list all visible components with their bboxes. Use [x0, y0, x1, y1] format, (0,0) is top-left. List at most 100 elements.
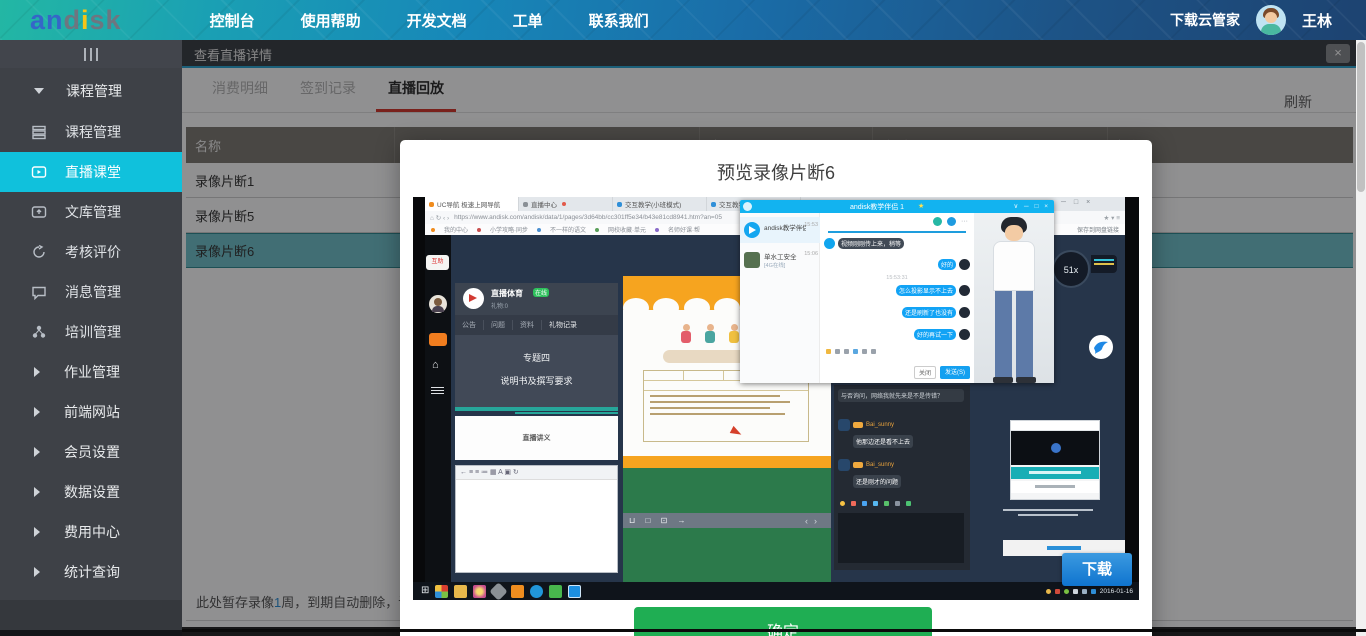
taskbar-tray: 2016-01-16 [1046, 588, 1139, 595]
audience-avatar [838, 459, 850, 471]
bookmark-icon [595, 228, 599, 232]
chat-contact-list: andisk教学伴侣 15:53 单水工安全 [4G在线] 15:06 [740, 213, 820, 383]
audience-message: 还是刚才的问题 [853, 475, 901, 488]
chat-title: andisk教学伴侣 1 [850, 202, 904, 212]
sidebar-item-course-mgmt[interactable]: 课程管理 [0, 112, 182, 152]
audience-message-row: Bai_sunny 还是刚才的问题 [838, 459, 901, 489]
taskbar-date: 2016-01-16 [1100, 588, 1133, 595]
editor-toolbar: ← ≡ ≡ ≔ ▦ A ▣ ↻ [456, 466, 617, 480]
avatar-face [1265, 12, 1277, 23]
room-logo [463, 288, 484, 309]
sidebar-group-data[interactable]: 数据设置 [0, 472, 182, 512]
caret-right-icon [34, 367, 40, 377]
emoji-icon [840, 501, 845, 506]
nav-tickets[interactable]: 工单 [513, 10, 543, 31]
audience-avatar [838, 419, 850, 431]
emoji-icon [826, 349, 831, 354]
sidebar-item-label: 直播课堂 [65, 162, 121, 182]
contact-avatar [744, 252, 760, 268]
teal-divider-2 [515, 412, 618, 414]
live-video-icon [30, 164, 47, 181]
download-button[interactable]: 下载 [1062, 553, 1132, 586]
preview-taskbar: ⊞ 2016-01-16 [413, 582, 1139, 600]
screen-icon [862, 501, 867, 506]
room-header: 直播体育 在线 礼物:0 [455, 283, 618, 315]
preview-modal: 预览录像片断6 UC导航 极速上网导航 直播中心 交互教学(小班模式) 交互教学… [400, 140, 1152, 636]
top-nav: 控制台 使用帮助 开发文档 工单 联系我们 [210, 10, 649, 31]
person-face [1005, 225, 1023, 241]
contact-row-active: andisk教学伴侣 15:53 [740, 217, 820, 243]
contact-time: 15:06 [804, 251, 818, 257]
room-title: 直播体育 [491, 288, 523, 299]
person-jeans-left [995, 291, 1012, 379]
room-live-badge: 在线 [533, 288, 549, 297]
nav-contact[interactable]: 联系我们 [589, 10, 649, 31]
chat-send-button: 发送(S) [940, 366, 970, 379]
chat-timestamp: 15:53:31 [820, 275, 974, 281]
help-badge: 互助 [426, 255, 449, 270]
tray-icon [1091, 589, 1096, 594]
save-extension-label: 保存到网盘链接 [1077, 225, 1119, 234]
chat-message-right: 还是刷新了也没有 [902, 307, 970, 318]
sidebar-bottom-strip [0, 630, 182, 636]
download-manager-link[interactable]: 下载云管家 [1170, 10, 1240, 30]
sidebar-item-live-classroom[interactable]: 直播课堂 [0, 152, 182, 192]
sidebar-item-label: 消息管理 [65, 282, 121, 302]
chat-message-right: 好的 [938, 259, 970, 270]
gift-icon [851, 501, 856, 506]
chat-app-icon [743, 202, 752, 211]
nav-dev-docs[interactable]: 开发文档 [407, 10, 467, 31]
sidebar-item-label: 课程管理 [65, 122, 121, 142]
home-icon: ⌂ [432, 359, 439, 371]
andisk-logo[interactable]: andisk [30, 0, 122, 40]
sidebar-group-homework[interactable]: 作业管理 [0, 352, 182, 392]
save-icon [873, 501, 878, 506]
speed-detail-pill [1091, 255, 1117, 273]
board-tool-icons: ⊔ □ ⊡ → [623, 516, 689, 525]
taskbar-icon-player [549, 585, 562, 598]
sidebar-group-course[interactable]: 课程管理 [0, 70, 182, 112]
chat-bubble-icon [30, 284, 47, 301]
taskbar-icon-orange [511, 585, 524, 598]
msg-avatar [959, 259, 970, 270]
sidebar-footer [0, 600, 182, 630]
chat-message-right: 好的再试一下 [914, 329, 970, 340]
modal-title: 预览录像片断6 [400, 140, 1152, 185]
teacher-badge [853, 422, 863, 428]
sidebar-item-assessment[interactable]: 考核评价 [0, 232, 182, 272]
start-button-icon: ⊞ [421, 586, 429, 596]
sidebar-item-message-mgmt[interactable]: 消息管理 [0, 272, 182, 312]
username[interactable]: 王林 [1302, 10, 1332, 31]
sidebar-item-training-mgmt[interactable]: 培训管理 [0, 312, 182, 352]
sidebar-group-billing[interactable]: 费用中心 [0, 512, 182, 552]
voice-call-icon [933, 217, 942, 226]
chat-blue-divider [828, 231, 966, 233]
taskbar-icon-ie [530, 585, 543, 598]
contact-name: andisk教学伴侣 [764, 222, 806, 232]
browser-tab: 直播中心 [519, 197, 613, 211]
browser-tab: UC导航 极速上网导航 [425, 197, 519, 211]
room-sub: 礼物:0 [491, 301, 508, 310]
sidebar-collapse-button[interactable] [0, 40, 182, 68]
user-avatar[interactable] [1256, 5, 1286, 35]
video-call-icon [947, 217, 956, 226]
chat-close-button: 关闭 [914, 366, 936, 379]
sidebar-group-frontend[interactable]: 前端网站 [0, 392, 182, 432]
teacher-badge [853, 462, 863, 468]
nav-help[interactable]: 使用帮助 [301, 10, 361, 31]
nav-console[interactable]: 控制台 [210, 10, 255, 31]
sidebar-item-library-mgmt[interactable]: 文库管理 [0, 192, 182, 232]
dock-avatar [429, 295, 447, 313]
top-bar-right: 下载云管家 王林 [1170, 5, 1366, 35]
cut-icon [835, 349, 840, 354]
sidebar-item-label: 文库管理 [65, 202, 121, 222]
send-icon [906, 501, 911, 506]
tray-icon [1046, 589, 1051, 594]
scrollbar[interactable] [1356, 40, 1366, 636]
sidebar-group-members[interactable]: 会员设置 [0, 432, 182, 472]
scrollbar-thumb[interactable] [1357, 42, 1365, 192]
preview-room-panel: 直播体育 在线 礼物:0 公告 问题 资料 礼物记录 专题四 说明书及撰写要求 [455, 283, 618, 573]
recording-preview-image: UC导航 极速上网导航 直播中心 交互教学(小班模式) 交互教学(大班模式) a… [413, 197, 1139, 600]
sidebar-group-stats[interactable]: 统计查询 [0, 552, 182, 592]
sidebar-group-label: 费用中心 [64, 522, 120, 542]
